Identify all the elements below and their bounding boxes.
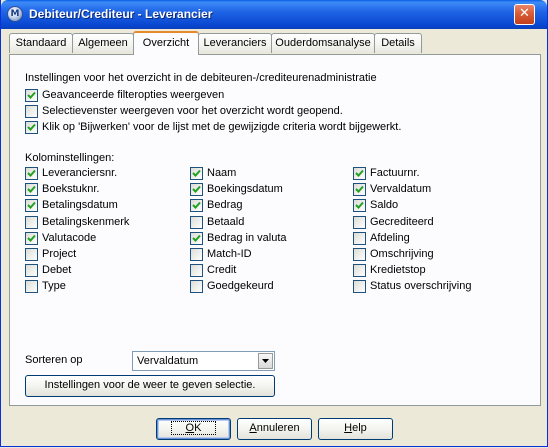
chevron-down-icon — [262, 359, 269, 363]
column-betaald-checkbox[interactable] — [190, 215, 203, 229]
selection-settings-button[interactable]: Instellingen voor de weer te geven selec… — [25, 375, 275, 397]
column-betalingskenmerk-checkbox[interactable] — [25, 215, 38, 229]
column-kredietstop-checkbox[interactable] — [353, 264, 366, 278]
checkmark-icon — [192, 169, 201, 177]
cancel-mnemonic: A — [249, 422, 257, 434]
column-type-label[interactable]: Type — [42, 280, 66, 292]
column-boekingsdatum-label[interactable]: Boekingsdatum — [207, 183, 283, 195]
column-factuurnr-checkbox[interactable] — [353, 167, 366, 180]
tab-standaard[interactable]: Standaard — [9, 33, 73, 53]
sort-selected-value: Vervaldatum — [137, 355, 199, 367]
checkmark-icon — [355, 202, 364, 210]
column-debet-checkbox[interactable] — [25, 264, 38, 278]
column-afdeling-label[interactable]: Afdeling — [370, 232, 410, 244]
help-label-rest: elp — [352, 422, 367, 434]
cancel-label-rest: nnuleren — [256, 422, 300, 434]
column-match-id-checkbox[interactable] — [190, 248, 203, 261]
ok-button[interactable]: OK — [156, 418, 231, 440]
column-credit-label[interactable]: Credit — [207, 264, 236, 276]
dropdown-button[interactable] — [258, 353, 273, 369]
sort-dropdown[interactable]: Vervaldatum — [132, 351, 275, 371]
dialog-window: M Debiteur/Crediteur - Leverancier ✕ Sta… — [0, 0, 548, 447]
column-debet-label[interactable]: Debet — [42, 264, 71, 276]
cancel-button[interactable]: Annuleren — [237, 418, 312, 440]
checkmark-icon — [192, 202, 201, 210]
ok-label-rest: K — [194, 422, 202, 434]
column-kredietstop-label[interactable]: Kredietstop — [370, 264, 426, 276]
column-vervaldatum-label[interactable]: Vervaldatum — [370, 183, 431, 195]
sort-label: Sorteren op — [25, 354, 83, 366]
column-leveranciersnr-checkbox[interactable] — [25, 167, 38, 180]
column-bedrag-checkbox[interactable] — [190, 199, 203, 213]
column-status-overschrijving-checkbox[interactable] — [353, 280, 366, 294]
overview-settings-heading: Instellingen voor het overzicht in de de… — [25, 72, 377, 84]
checkmark-icon — [27, 234, 36, 242]
checkmark-icon — [192, 234, 201, 242]
column-betalingsdatum-label[interactable]: Betalingsdatum — [42, 199, 118, 211]
close-button[interactable]: ✕ — [514, 4, 535, 25]
checkmark-icon — [27, 202, 36, 210]
tab-algemeen[interactable]: Algemeen — [72, 33, 134, 53]
column-project-label[interactable]: Project — [42, 248, 76, 260]
option-geavanceerde-filteropties-weer-label[interactable]: Geavanceerde filteropties weergeven — [42, 89, 224, 101]
tab-ouderdomsanalyse[interactable]: Ouderdomsanalyse — [271, 33, 375, 53]
option-selectievenster-weergeven-voor-checkbox[interactable] — [25, 105, 38, 118]
title-bar[interactable]: M Debiteur/Crediteur - Leverancier ✕ — [1, 0, 547, 29]
checkmark-icon — [355, 186, 364, 194]
column-bedrag-label[interactable]: Bedrag — [207, 199, 242, 211]
column-afdeling-checkbox[interactable] — [353, 231, 366, 245]
column-bedrag-in-valuta-checkbox[interactable] — [190, 231, 203, 245]
column-betalingsdatum-checkbox[interactable] — [25, 199, 38, 213]
option-klik-op-bijwerken-voor-de-lijs-checkbox[interactable] — [25, 121, 38, 134]
checkmark-icon — [192, 186, 201, 194]
app-icon: M — [7, 6, 23, 22]
checkmark-icon — [27, 186, 36, 194]
tab-details[interactable]: Details — [374, 33, 422, 53]
checkmark-icon — [355, 169, 364, 177]
column-naam-checkbox[interactable] — [190, 167, 203, 180]
column-vervaldatum-checkbox[interactable] — [353, 183, 366, 197]
column-bedrag-in-valuta-label[interactable]: Bedrag in valuta — [207, 232, 287, 244]
checkmark-icon — [27, 91, 36, 99]
option-selectievenster-weergeven-voor-label[interactable]: Selectievenster weergeven voor het overz… — [42, 105, 343, 117]
checkmark-icon — [27, 169, 36, 177]
column-omschrijving-checkbox[interactable] — [353, 248, 366, 261]
column-gecrediteerd-checkbox[interactable] — [353, 215, 366, 229]
column-factuurnr-label[interactable]: Factuurnr. — [370, 167, 420, 179]
column-valutacode-checkbox[interactable] — [25, 231, 38, 245]
column-saldo-label[interactable]: Saldo — [370, 199, 398, 211]
column-naam-label[interactable]: Naam — [207, 167, 236, 179]
column-project-checkbox[interactable] — [25, 248, 38, 261]
tab-leveranciers[interactable]: Leveranciers — [198, 33, 272, 53]
column-boekingsdatum-checkbox[interactable] — [190, 183, 203, 197]
column-betalingskenmerk-label[interactable]: Betalingskenmerk — [42, 216, 129, 228]
column-boekstuknr-checkbox[interactable] — [25, 183, 38, 197]
column-credit-checkbox[interactable] — [190, 264, 203, 278]
checkmark-icon — [27, 123, 36, 131]
column-betaald-label[interactable]: Betaald — [207, 216, 244, 228]
column-match-id-label[interactable]: Match-ID — [207, 248, 252, 260]
window-title: Debiteur/Crediteur - Leverancier — [29, 7, 213, 21]
column-status-overschrijving-label[interactable]: Status overschrijving — [370, 280, 472, 292]
option-klik-op-bijwerken-voor-de-lijs-label[interactable]: Klik op 'Bijwerken' voor de lijst met de… — [42, 121, 401, 133]
help-mnemonic: H — [344, 422, 353, 434]
tab-overzicht[interactable]: Overzicht — [133, 31, 199, 55]
option-geavanceerde-filteropties-weer-checkbox[interactable] — [25, 89, 38, 102]
column-goedgekeurd-checkbox[interactable] — [190, 280, 203, 294]
column-saldo-checkbox[interactable] — [353, 199, 366, 213]
help-button[interactable]: Help — [318, 418, 393, 440]
column-settings-heading: Kolominstellingen: — [25, 152, 115, 164]
column-type-checkbox[interactable] — [25, 280, 38, 294]
column-boekstuknr-label[interactable]: Boekstuknr. — [42, 183, 99, 195]
column-valutacode-label[interactable]: Valutacode — [42, 232, 96, 244]
column-leveranciersnr-label[interactable]: Leveranciersnr. — [42, 167, 117, 179]
column-omschrijving-label[interactable]: Omschrijving — [370, 248, 434, 260]
column-gecrediteerd-label[interactable]: Gecrediteerd — [370, 216, 434, 228]
column-goedgekeurd-label[interactable]: Goedgekeurd — [207, 280, 274, 292]
ok-mnemonic: O — [185, 422, 195, 434]
